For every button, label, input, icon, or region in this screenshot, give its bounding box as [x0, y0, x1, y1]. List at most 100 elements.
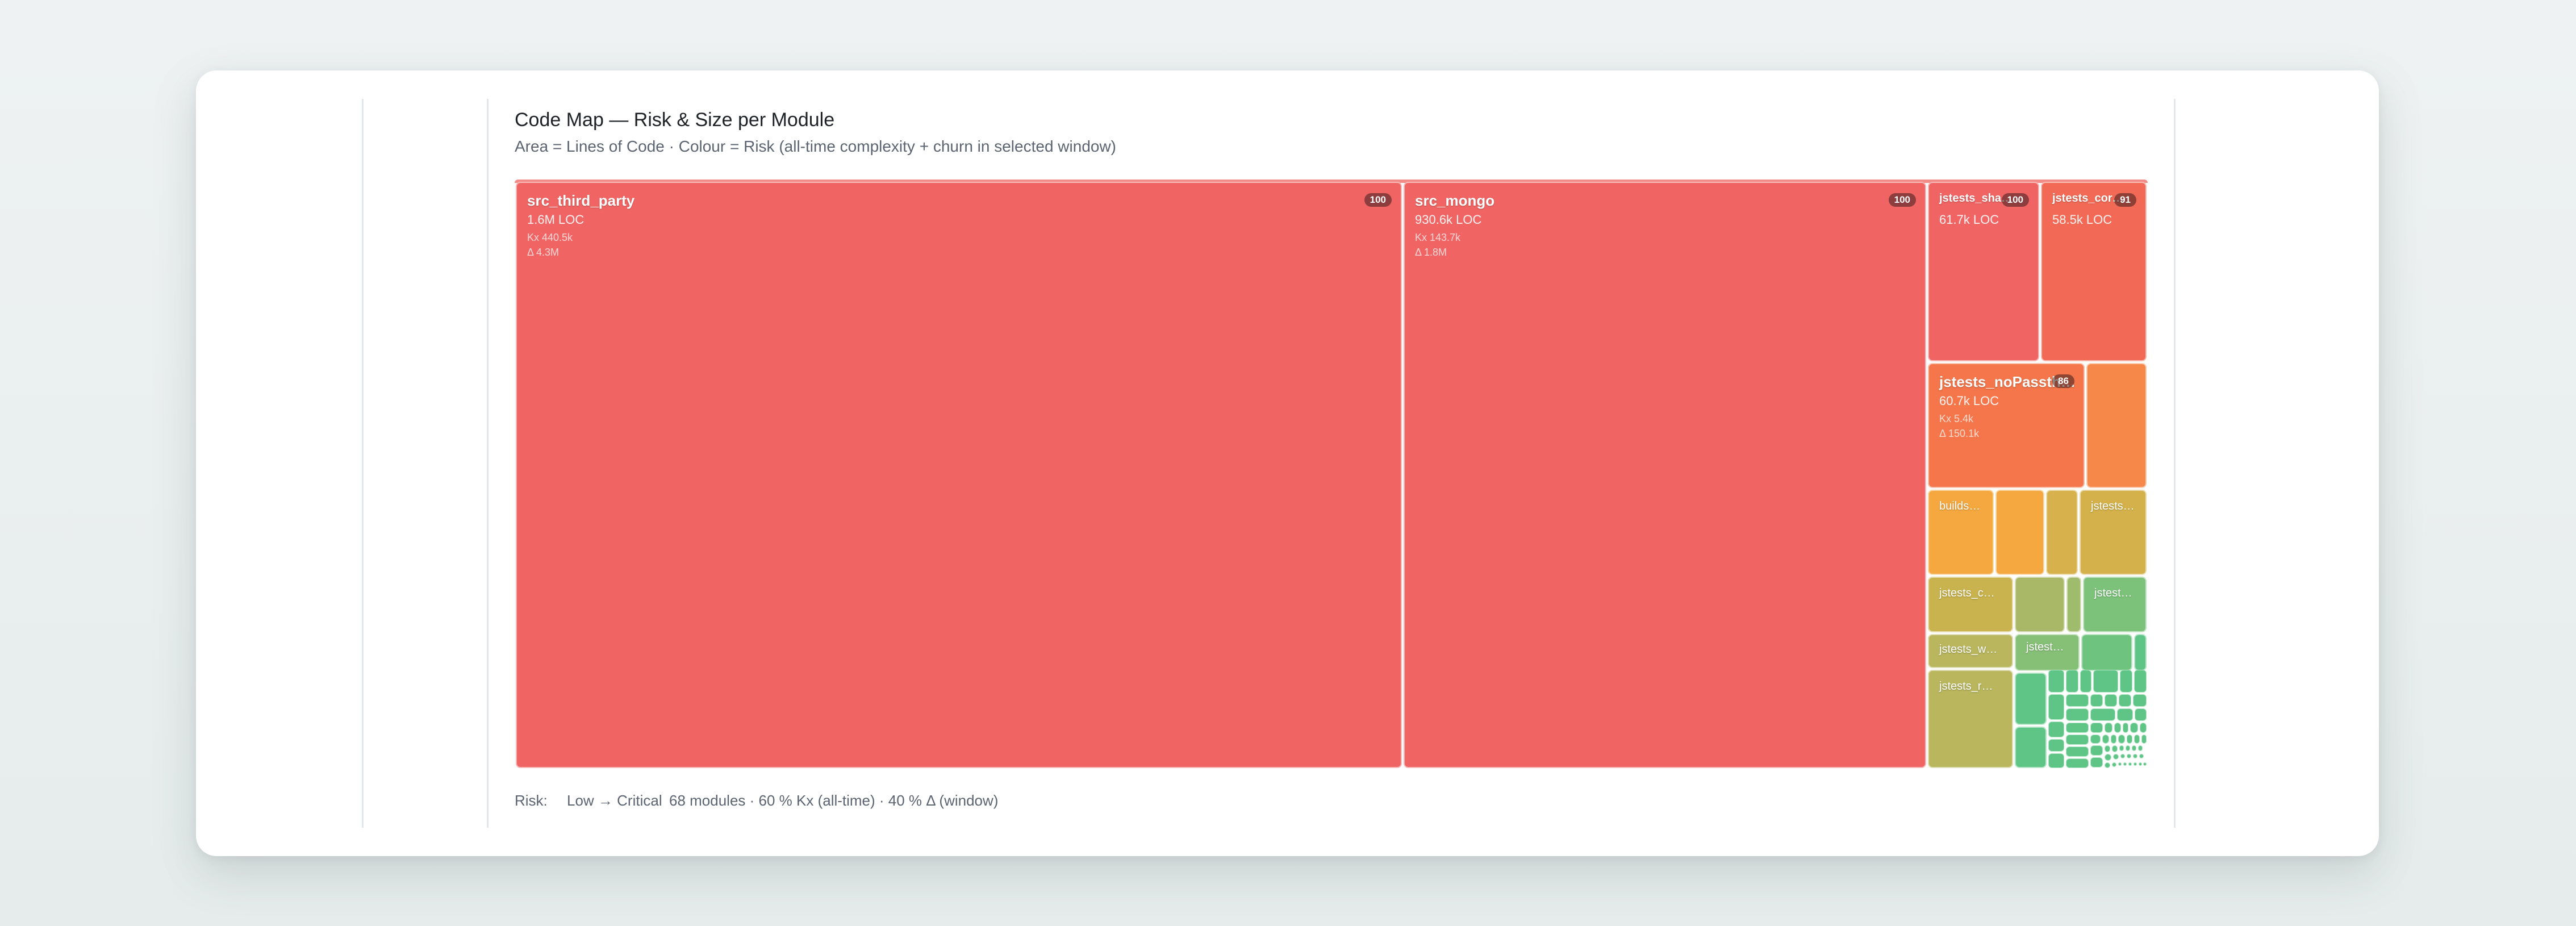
risk-scale-label: Low → Critical	[567, 792, 662, 809]
module-cell[interactable]	[2046, 490, 2078, 575]
small-module-cell[interactable]	[2066, 708, 2089, 721]
small-module-cell[interactable]	[2112, 745, 2118, 752]
module-delta: Δ 1.8M	[1415, 247, 1447, 258]
small-module-cell[interactable]	[2048, 721, 2064, 737]
small-module-cell[interactable]	[2113, 754, 2119, 760]
small-module-cell[interactable]	[2048, 739, 2064, 752]
module-jstests-nopassth[interactable]: jstests_noPassth… 60.7k LOC Kx 5.4k Δ 15…	[1928, 363, 2085, 488]
module-cell[interactable]	[2134, 634, 2147, 671]
small-module-cell[interactable]	[2105, 745, 2110, 752]
small-module-cell[interactable]	[2066, 694, 2089, 707]
small-module-cell[interactable]	[2143, 762, 2147, 766]
module-jstest-a[interactable]: jstest…	[2083, 577, 2147, 632]
risk-badge: 100	[1364, 193, 1392, 207]
small-module-cell[interactable]	[2066, 723, 2089, 733]
small-module-cell[interactable]	[2066, 746, 2089, 757]
small-module-cell[interactable]	[2080, 670, 2091, 693]
content-divider	[487, 99, 489, 828]
module-src-mongo[interactable]: src_mongo 930.6k LOC Kx 143.7k Δ 1.8M 10…	[1404, 182, 1926, 768]
module-loc: 60.7k LOC	[1939, 394, 1999, 408]
small-module-cell[interactable]	[2127, 754, 2131, 758]
module-jstests-w[interactable]: jstests_w…	[1928, 634, 2013, 668]
small-module-cell[interactable]	[2141, 735, 2147, 744]
left-divider	[362, 99, 364, 828]
small-module-cell[interactable]	[2105, 762, 2110, 768]
legend-summary: 68 modules · 60 % Kx (all-time) · 40 % Δ…	[669, 792, 999, 809]
small-module-cell[interactable]	[2118, 762, 2122, 766]
module-kx: Kx 143.7k	[1415, 232, 1461, 243]
small-module-cell[interactable]	[2134, 670, 2147, 693]
small-module-cell[interactable]	[2105, 694, 2117, 707]
small-module-cell[interactable]	[2093, 670, 2118, 693]
module-cell[interactable]	[2015, 577, 2065, 632]
module-loc: 930.6k LOC	[1415, 212, 1482, 227]
small-module-cell[interactable]	[2090, 735, 2101, 744]
small-module-cell[interactable]	[2117, 708, 2133, 721]
module-src-third-party[interactable]: src_third_party 1.6M LOC Kx 440.5k Δ 4.3…	[516, 182, 1402, 768]
small-module-cell[interactable]	[2105, 754, 2111, 761]
small-module-cell[interactable]	[2120, 754, 2125, 758]
small-module-cell[interactable]	[2133, 754, 2137, 758]
small-module-cell[interactable]	[2090, 694, 2103, 707]
small-module-cell[interactable]	[2119, 694, 2131, 707]
module-cell[interactable]	[2015, 727, 2047, 768]
treemap: src_third_party 1.6M LOC Kx 440.5k Δ 4.3…	[515, 180, 2148, 770]
module-jstests-cor[interactable]: jstests_cor… 58.5k LOC 91	[2041, 182, 2147, 361]
risk-badge: 86	[2052, 374, 2074, 388]
small-module-cell[interactable]	[2090, 708, 2115, 721]
small-module-cell[interactable]	[2133, 694, 2147, 707]
small-module-cell[interactable]	[2105, 723, 2112, 733]
risk-badge: 100	[1888, 193, 1916, 207]
small-module-cell[interactable]	[2119, 745, 2124, 751]
module-jstests-r[interactable]: jstests_r…	[1928, 670, 2013, 768]
module-jstests-sha[interactable]: jstests_sha… 61.7k LOC 100	[1928, 182, 2039, 361]
module-cell[interactable]	[1995, 490, 2044, 575]
small-module-cell[interactable]	[2132, 745, 2136, 751]
module-delta: Δ 4.3M	[527, 247, 560, 258]
small-module-cell[interactable]	[2090, 723, 2103, 733]
small-module-cell[interactable]	[2128, 762, 2132, 766]
small-module-cell[interactable]	[2111, 735, 2116, 744]
small-module-cell[interactable]	[2139, 754, 2144, 758]
small-module-cell[interactable]	[2102, 735, 2109, 744]
module-cell[interactable]	[2081, 634, 2132, 671]
small-module-cell[interactable]	[2127, 735, 2132, 744]
small-module-cell[interactable]	[2139, 762, 2142, 766]
small-module-cell[interactable]	[2090, 745, 2103, 756]
small-module-cell[interactable]	[2118, 735, 2125, 744]
small-module-cell[interactable]	[2048, 670, 2064, 693]
module-builds[interactable]: builds…	[1928, 490, 1994, 575]
module-delta: Δ 150.1k	[1939, 428, 1980, 439]
small-module-cell[interactable]	[2048, 753, 2064, 768]
module-loc: 1.6M LOC	[527, 212, 584, 227]
right-divider	[2174, 99, 2176, 828]
small-module-cell[interactable]	[2123, 723, 2128, 733]
small-module-cell[interactable]	[2134, 735, 2140, 744]
small-module-cell[interactable]	[2114, 723, 2121, 733]
small-module-cell[interactable]	[2123, 762, 2127, 766]
module-jstests-c[interactable]: jstests_c…	[1928, 577, 2013, 632]
small-module-cell[interactable]	[2140, 723, 2147, 733]
small-module-cell[interactable]	[2112, 762, 2116, 767]
module-cell[interactable]	[2066, 577, 2081, 632]
module-name: jstest…	[2026, 641, 2064, 653]
small-module-cell[interactable]	[2048, 694, 2064, 720]
small-module-cell[interactable]	[2066, 735, 2089, 745]
small-module-cell[interactable]	[2126, 745, 2130, 751]
module-jstest-b[interactable]: jstest…	[2015, 634, 2080, 671]
small-module-cell[interactable]	[2066, 758, 2089, 768]
small-module-cell[interactable]	[2120, 670, 2132, 693]
small-module-cell[interactable]	[2134, 762, 2137, 766]
module-cell[interactable]	[2086, 363, 2147, 488]
module-cell[interactable]	[2015, 673, 2047, 725]
module-name: src_mongo	[1415, 192, 1495, 209]
small-module-cell[interactable]	[2138, 745, 2143, 751]
module-name: jstests…	[2091, 500, 2135, 512]
small-module-cell[interactable]	[2130, 723, 2138, 733]
module-name: builds…	[1939, 500, 1981, 512]
small-module-cell[interactable]	[2135, 708, 2147, 721]
module-jstests-a[interactable]: jstests…	[2080, 490, 2147, 575]
small-module-cell[interactable]	[2090, 757, 2103, 768]
small-module-cell[interactable]	[2066, 670, 2078, 693]
module-name: jstests_r…	[1939, 680, 1993, 693]
